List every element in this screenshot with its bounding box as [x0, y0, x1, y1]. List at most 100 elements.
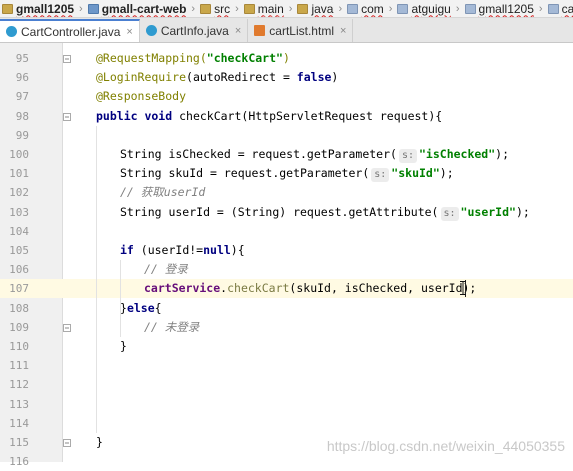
folder-icon — [200, 3, 212, 14]
code-token: ); — [495, 147, 510, 161]
breadcrumb: gmall1205 › gmall-cart-web › src › main › java › c… — [0, 0, 573, 18]
code-token: String userId = (String) request.getAttr… — [120, 204, 439, 219]
code-token: @RequestMapping( — [96, 51, 207, 65]
package-icon — [347, 3, 359, 14]
code-line[interactable]: 111 — [0, 356, 573, 375]
line-number: 97 — [15, 90, 29, 104]
java-class-icon — [6, 26, 17, 37]
code-token: "isChecked" — [419, 147, 496, 161]
code-token: // 未登录 — [144, 319, 200, 334]
line-number: 114 — [9, 416, 29, 430]
code-text: // 获取userId — [120, 183, 205, 202]
fold-marker-icon[interactable] — [63, 323, 71, 332]
line-number: 99 — [15, 128, 29, 142]
breadcrumb-item[interactable]: gmall1205 — [463, 2, 536, 16]
line-number: 113 — [9, 397, 29, 411]
code-line[interactable]: 104 — [0, 222, 573, 241]
breadcrumb-label: atguigu — [411, 1, 451, 16]
code-line[interactable]: 110} — [0, 337, 573, 356]
code-line[interactable]: 107 cartService.checkCart(skuId, isChecke… — [0, 279, 573, 299]
breadcrumb-label: cart — [561, 1, 573, 16]
code-token: ); — [439, 166, 454, 181]
code-token: String isChecked = request.getParameter( — [120, 147, 397, 161]
line-number: 109 — [9, 320, 29, 334]
breadcrumb-item[interactable]: com — [345, 2, 386, 16]
chevron-right-icon: › — [538, 2, 543, 15]
code-line[interactable]: 101 String skuId = request.getParameter(s… — [0, 164, 573, 183]
chevron-right-icon: › — [288, 2, 293, 15]
tab-label: CartInfo.java — [160, 23, 229, 38]
code-line[interactable]: 109 // 未登录 — [0, 318, 573, 337]
indent-guide — [96, 125, 97, 433]
breadcrumb-item[interactable]: cart — [546, 2, 573, 16]
fold-marker-icon[interactable] — [63, 112, 71, 121]
code-text: // 登录 — [144, 260, 188, 279]
code-line[interactable]: 97 @ResponseBody — [0, 87, 573, 106]
code-token: false — [296, 70, 332, 85]
code-line[interactable]: 102 // 获取userId — [0, 183, 573, 202]
code-token: // 获取userId — [120, 185, 206, 200]
fold-marker-icon[interactable] — [63, 55, 71, 63]
code-line[interactable]: 103 String userId = (String) request.getA… — [0, 203, 573, 222]
code-line[interactable]: 108}else{ — [0, 299, 573, 318]
code-text: @RequestMapping("checkCart") — [96, 49, 290, 68]
code-token: "userId" — [460, 204, 516, 219]
breadcrumb-item[interactable]: java — [295, 2, 335, 16]
chevron-right-icon: › — [79, 2, 83, 15]
breadcrumb-label: com — [361, 1, 384, 16]
breadcrumb-item[interactable]: src — [198, 2, 232, 16]
breadcrumb-item[interactable]: main — [242, 2, 286, 16]
code-token: ); — [515, 204, 530, 219]
code-line[interactable]: 96 @LoginRequire(autoRedirect = false) — [0, 68, 573, 87]
breadcrumb-item[interactable]: gmall1205 — [0, 2, 76, 16]
code-token: @LoginRequire — [96, 70, 187, 85]
watermark: https://blog.csdn.net/weixin_44050355 — [326, 438, 565, 454]
code-token: ){ — [230, 243, 245, 257]
chevron-right-icon: › — [235, 2, 239, 15]
code-token: ) — [282, 51, 290, 65]
breadcrumb-item[interactable]: gmall-cart-web — [86, 2, 189, 16]
code-line[interactable]: 113 — [0, 395, 573, 414]
breadcrumb-label: gmall1205 — [478, 1, 534, 16]
tab-cartinfo-java[interactable]: CartInfo.java × — [140, 19, 249, 42]
module-icon — [87, 3, 99, 14]
code-line[interactable]: 99 — [0, 126, 573, 145]
parameter-hint: s: — [398, 149, 417, 163]
code-text: } — [120, 337, 127, 356]
code-text: @ResponseBody — [96, 87, 186, 106]
code-line[interactable]: 100 String isChecked = request.getParamet… — [0, 145, 573, 164]
parameter-hint: s: — [440, 206, 459, 221]
line-number: 115 — [9, 436, 29, 449]
breadcrumb-item[interactable]: atguigu — [395, 2, 452, 16]
tab-cartlist-html[interactable]: cartList.html × — [248, 19, 354, 42]
breadcrumb-label: main — [257, 1, 284, 16]
code-token: checkCart — [227, 281, 290, 296]
code-line[interactable]: 105 if (userId!=null){ — [0, 241, 573, 260]
line-number: 98 — [15, 109, 29, 123]
tab-cartcontroller-java[interactable]: CartController.java × — [0, 19, 140, 42]
code-editor[interactable]: 95 @RequestMapping("checkCart") 96 @LoginRe… — [0, 43, 573, 468]
code-token: @ResponseBody — [96, 89, 187, 104]
code-line[interactable]: 95 @RequestMapping("checkCart") — [0, 49, 573, 68]
code-line[interactable]: 114 — [0, 414, 573, 433]
line-number: 95 — [15, 52, 29, 65]
close-icon[interactable]: × — [340, 25, 346, 37]
line-number: 103 — [9, 205, 29, 219]
code-token: } — [120, 300, 127, 315]
line-number: 110 — [9, 340, 29, 353]
code-line[interactable]: 98 public void checkCart(HttpServletReque… — [0, 107, 573, 126]
code-line[interactable]: 106 // 登录 — [0, 260, 573, 279]
code-text: public void checkCart(HttpServletRequest… — [96, 107, 442, 126]
fold-marker-icon[interactable] — [63, 439, 71, 447]
code-token: String skuId = request.getParameter( — [120, 166, 370, 181]
chevron-right-icon: › — [191, 2, 196, 15]
close-icon[interactable]: × — [235, 25, 241, 37]
folder-icon — [297, 3, 309, 14]
code-token: (autoRedirect = — [186, 70, 297, 85]
java-class-icon — [145, 25, 157, 36]
code-line[interactable]: 112 — [0, 375, 573, 394]
code-token: // 登录 — [144, 262, 188, 277]
code-token: "checkCart" — [206, 51, 283, 65]
close-icon[interactable]: × — [126, 26, 132, 38]
ibeam-cursor-icon — [460, 281, 466, 296]
